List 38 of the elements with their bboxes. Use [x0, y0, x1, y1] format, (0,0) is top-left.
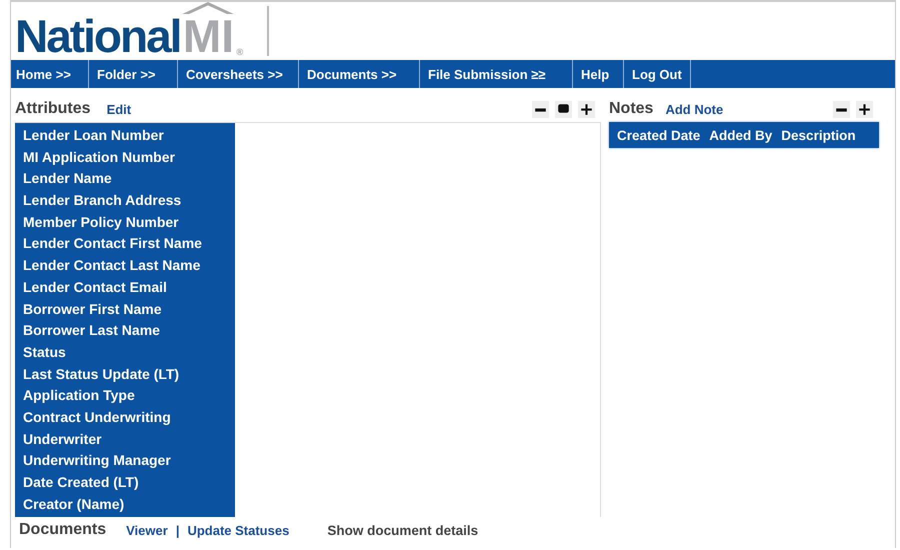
logo-word: National: [15, 14, 180, 58]
attribute-label: Application Type: [22, 386, 136, 406]
attribute-label: Borrower Last Name: [22, 321, 161, 340]
viewer-link[interactable]: Viewer: [126, 522, 168, 538]
separator: |: [176, 522, 180, 538]
attribute-label: Borrower First Name: [22, 300, 162, 318]
attribute-label: Lender Loan Number: [22, 126, 165, 145]
attribute-label: Status: [22, 342, 67, 362]
attribute-label: Lender Name: [22, 169, 113, 188]
attribute-label: Lender Contact Email: [22, 278, 168, 297]
add-note-link[interactable]: Add Note: [665, 102, 724, 116]
edit-link[interactable]: Edit: [106, 102, 132, 116]
update-statuses-link[interactable]: Update Statuses: [187, 522, 290, 538]
attribute-label: Creator (Name): [22, 494, 126, 514]
panel-title: Attributes: [15, 100, 91, 118]
section-title: Documents: [19, 521, 106, 539]
attribute-label: Underwriting Manager: [22, 451, 172, 470]
registered-mark: ®: [236, 46, 244, 58]
attribute-label: Lender Branch Address: [22, 191, 182, 210]
minimize-icon[interactable]: [833, 100, 850, 118]
details-toggle[interactable]: Show document details: [327, 522, 478, 538]
attribute-label: Lender Contact First Name: [22, 234, 203, 254]
logo-mark: MI: [182, 14, 234, 58]
maximize-icon[interactable]: [856, 100, 873, 118]
column-header: Added By: [709, 128, 772, 142]
column-header: Created Date: [617, 128, 700, 142]
attribute-label: Underwriter: [22, 430, 103, 449]
attribute-label: Date Created (LT): [22, 473, 140, 492]
restore-icon[interactable]: [555, 100, 572, 118]
attribute-label: Member Policy Number: [22, 212, 180, 232]
attribute-label: MI Application Number: [22, 148, 176, 167]
attribute-label: Last Status Update (LT): [22, 364, 180, 384]
attribute-label: Lender Contact Last Name: [22, 256, 202, 276]
maximize-icon[interactable]: [578, 100, 595, 118]
column-header: Description: [781, 128, 856, 142]
attribute-label: Contract Underwriting: [22, 408, 172, 427]
minimize-icon[interactable]: [532, 100, 549, 118]
panel-title: Notes: [609, 100, 654, 118]
